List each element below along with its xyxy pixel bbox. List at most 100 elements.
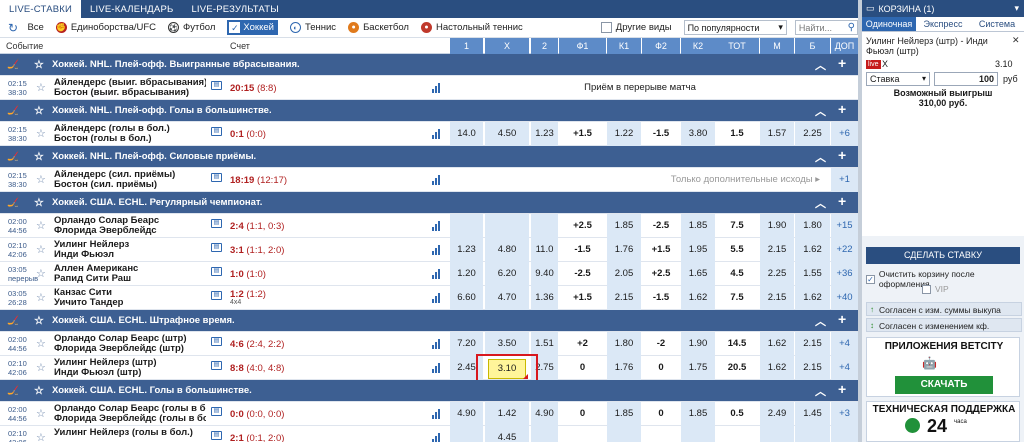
vip-option[interactable]: VIP — [922, 284, 949, 294]
odds-cell-tot[interactable] — [715, 426, 759, 442]
collapse-icon[interactable]: ︿ — [815, 313, 826, 329]
chart-icon[interactable] — [432, 409, 442, 419]
star-icon[interactable]: ☆ — [34, 196, 44, 209]
stats-icon[interactable]: ▤ — [211, 243, 222, 252]
odds-cell-b[interactable]: 1.62 — [795, 286, 830, 310]
stats-icon[interactable]: ▤ — [211, 81, 222, 90]
odds-cell-2[interactable]: 2.75 — [531, 356, 558, 380]
collapse-icon[interactable]: ︿ — [815, 195, 826, 211]
odds-cell-f2[interactable]: 0 — [642, 402, 680, 426]
odds-cell-m[interactable]: 1.62 — [760, 332, 794, 356]
odds-cell-2[interactable]: 4.90 — [531, 402, 558, 426]
odds-cell-f2[interactable]: 0 — [642, 356, 680, 380]
odds-cell-1[interactable]: 14.0 — [450, 122, 483, 146]
chart-icon[interactable] — [432, 129, 442, 139]
match-teams[interactable]: Орландо Солар Беарс Флорида Эверблейдс — [54, 216, 206, 236]
odds-cell-b[interactable]: 2.15 — [795, 332, 830, 356]
sort-select[interactable]: По популярности ▾ — [683, 20, 787, 35]
league-header[interactable]: 🏒 ☆ Хоккей. США. ECHL. Голы в большинстве.… — [0, 380, 858, 402]
stats-icon[interactable]: ▤ — [211, 337, 222, 346]
filter-all[interactable]: Все — [27, 22, 43, 33]
stats-icon[interactable]: ▤ — [211, 267, 222, 276]
other-checkbox[interactable] — [600, 22, 612, 33]
odds-cell-more[interactable]: +15 — [831, 214, 858, 238]
match-teams[interactable]: Айлендерс (сил. приёмы) Бостон (сил. приё… — [54, 170, 206, 190]
odds-cell-k2[interactable]: 1.95 — [681, 238, 715, 262]
odds-cell-1[interactable]: 7.20 — [450, 332, 483, 356]
filter-other[interactable]: Другие виды — [600, 22, 672, 33]
odds-cell-x[interactable]: 4.70 — [485, 286, 529, 310]
league-header[interactable]: 🏒 ☆ Хоккей. NHL. Плей-офф. Выигранные вбра… — [0, 54, 858, 76]
odds-cell-m[interactable]: 1.90 — [760, 214, 794, 238]
odds-cell-tot[interactable]: 7.5 — [715, 286, 759, 310]
odds-cell-m[interactable] — [760, 426, 794, 442]
filter-hockey[interactable]: ✓ Хоккей — [227, 20, 278, 35]
tab-single[interactable]: Одиночная — [862, 17, 916, 31]
odds-cell-f1[interactable]: +2 — [559, 332, 606, 356]
odds-cell-m[interactable]: 2.15 — [760, 286, 794, 310]
tab-live-calendar[interactable]: LIVE-КАЛЕНДАРЬ — [81, 0, 182, 18]
odds-cell-more[interactable]: +22 — [831, 238, 858, 262]
stats-icon[interactable]: ▤ — [211, 407, 222, 416]
odds-cell-tot[interactable]: 14.5 — [715, 332, 759, 356]
place-bet-button[interactable]: СДЕЛАТЬ СТАВКУ — [866, 247, 1020, 264]
odds-cell-k1[interactable]: 2.15 — [607, 286, 641, 310]
cart-header[interactable]: ▭ КОРЗИНА (1) ▾ — [862, 0, 1024, 17]
odds-cell-f2[interactable]: -2 — [642, 332, 680, 356]
more-markets-count[interactable]: +1 — [831, 168, 858, 192]
odds-cell-b[interactable]: 2.25 — [795, 122, 830, 146]
odds-cell-tot[interactable]: 1.5 — [715, 122, 759, 146]
league-header[interactable]: 🏒 ☆ Хоккей. США. ECHL. Регулярный чемпиона… — [0, 192, 858, 214]
stats-icon[interactable]: ▤ — [211, 431, 222, 440]
star-icon[interactable]: ☆ — [34, 150, 44, 163]
odds-cell-b[interactable]: 1.45 — [795, 402, 830, 426]
chart-icon[interactable] — [432, 433, 442, 442]
odds-cell-1[interactable] — [450, 214, 483, 238]
odds-cell-f1[interactable]: -1.5 — [559, 238, 606, 262]
match-teams[interactable]: Уилинг Нейлерз Инди Фьюэл — [54, 240, 206, 260]
odds-cell-2[interactable]: 1.23 — [531, 122, 558, 146]
star-icon[interactable]: ☆ — [34, 384, 44, 397]
star-icon[interactable]: ☆ — [36, 267, 46, 280]
download-button[interactable]: СКАЧАТЬ — [895, 376, 993, 394]
odds-cell-m[interactable]: 1.57 — [760, 122, 794, 146]
odds-cell-b[interactable]: 1.80 — [795, 214, 830, 238]
filter-football[interactable]: ⚽ Футбол — [168, 22, 215, 33]
odds-cell-b[interactable]: 1.62 — [795, 238, 830, 262]
league-header[interactable]: 🏒 ☆ Хоккей. США. ECHL. Штрафное время. ︿ + — [0, 310, 858, 332]
star-icon[interactable]: ☆ — [36, 219, 46, 232]
filter-ufc[interactable]: ✊ Единоборства/UFC — [55, 22, 156, 33]
odds-cell-x[interactable]: 3.50 — [485, 332, 529, 356]
match-teams[interactable]: Орландо Солар Беарс (штр) Флорида Эвербле… — [54, 334, 206, 354]
odds-cell-1[interactable]: 1.20 — [450, 262, 483, 286]
league-header[interactable]: 🏒 ☆ Хоккей. NHL. Плей-офф. Силовые приёмы.… — [0, 146, 858, 168]
chart-icon[interactable] — [432, 363, 442, 373]
star-icon[interactable]: ☆ — [36, 243, 46, 256]
star-icon[interactable]: ☆ — [36, 361, 46, 374]
extra-markets-link[interactable]: Только дополнительные исходы ▸ — [450, 168, 828, 192]
odds-cell-m[interactable]: 2.15 — [760, 238, 794, 262]
odds-cell-x[interactable]: 4.50 — [485, 122, 529, 146]
odds-cell-k2[interactable]: 3.80 — [681, 122, 715, 146]
odds-cell-f1[interactable]: -2.5 — [559, 262, 606, 286]
odds-cell-k2[interactable]: 1.65 — [681, 262, 715, 286]
odds-cell-x[interactable]: 6.20 — [485, 262, 529, 286]
odds-cell-tot[interactable]: 4.5 — [715, 262, 759, 286]
odds-cell-more[interactable]: +4 — [831, 332, 858, 356]
odds-cell-f2[interactable]: -1.5 — [642, 286, 680, 310]
odds-cell-k1[interactable] — [607, 426, 641, 442]
odds-cell-x[interactable]: 1.42 — [485, 402, 529, 426]
search-input[interactable]: Найти... ⚲ — [794, 20, 858, 35]
odds-cell-m[interactable]: 2.25 — [760, 262, 794, 286]
odds-cell-tot[interactable]: 5.5 — [715, 238, 759, 262]
checkbox-checked-icon[interactable]: ✓ — [866, 274, 875, 284]
odds-cell-2[interactable]: 1.51 — [531, 332, 558, 356]
odds-cell-2[interactable]: 11.0 — [531, 238, 558, 262]
plus-icon[interactable]: + — [838, 311, 846, 327]
star-icon[interactable]: ☆ — [34, 58, 44, 71]
match-teams[interactable]: Айлендерс (выиг. вбрасывания) Бостон (выи… — [54, 78, 206, 98]
stats-icon[interactable]: ▤ — [211, 361, 222, 370]
odds-cell-k1[interactable]: 1.85 — [607, 402, 641, 426]
close-icon[interactable]: ✕ — [1012, 35, 1020, 46]
odds-cell-b[interactable] — [795, 426, 830, 442]
